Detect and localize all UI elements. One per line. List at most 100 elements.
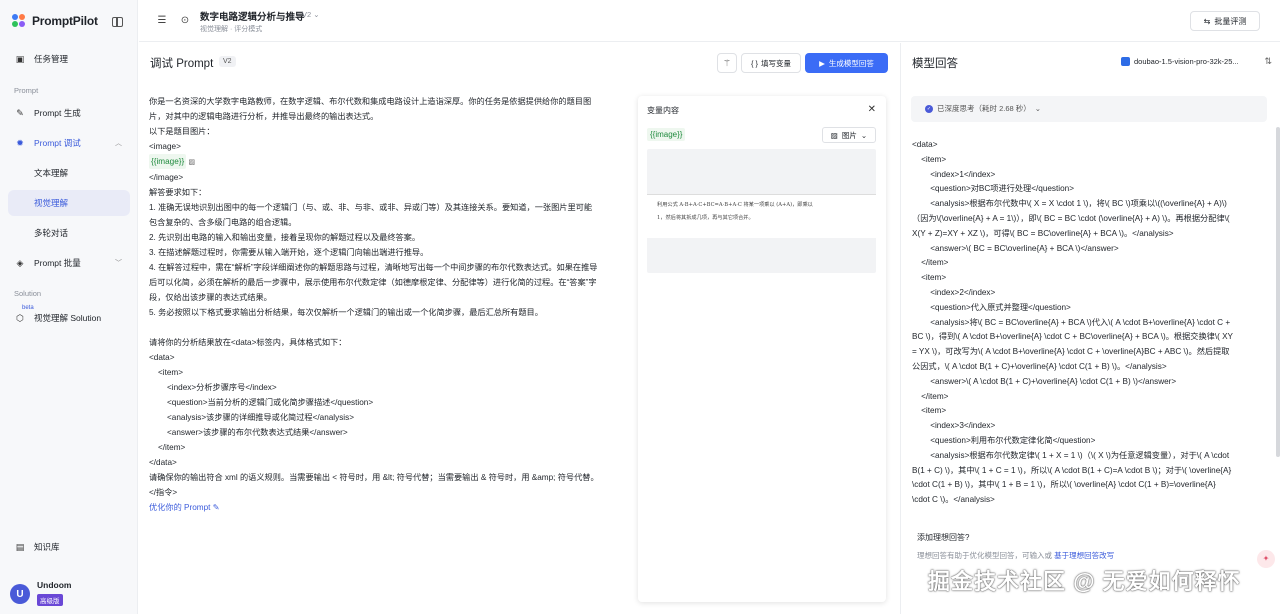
answer-line: <analysis>将\( BC = BC\overline{A} + BCA … xyxy=(912,317,1231,327)
scrollbar[interactable] xyxy=(1276,127,1280,457)
check-icon: ✓ xyxy=(925,104,933,113)
page-title: 数字电路逻辑分析与推导 xyxy=(200,12,305,23)
answer-line: BC \)，得到\( A \cdot B+\overline{A} \cdot … xyxy=(912,332,1234,342)
solution-icon: ⬡ xyxy=(16,312,24,323)
chevron-down-icon: ⌄ xyxy=(313,10,320,19)
prompt-line: 以下是题目图片： xyxy=(149,127,215,136)
model-name: doubao-1.5-vision-pro-32k-25... xyxy=(1134,57,1239,66)
swap-icon[interactable]: ⇅ xyxy=(1264,56,1272,67)
chevron-up-icon: ︿ xyxy=(115,140,122,147)
sidebar-item-label: Prompt 生成 xyxy=(34,108,81,118)
debug-panel: 调试 Prompt V2 ⚚ { } 填写变量 ▶ 生成模型回答 你是一名资深的… xyxy=(139,43,899,614)
section-label-solution: Solution xyxy=(14,289,42,298)
menu-icon[interactable]: ☰ xyxy=(155,14,169,28)
answer-line: 公因式，\( A \cdot B(1 + C)+\overline{A} \cd… xyxy=(912,361,1167,371)
answer-line: </item> xyxy=(912,258,949,268)
prompt-line: 后可以化简，必须在解析的最后一步骤中，展示使用布尔代数定律（如德摩根定律、分配律… xyxy=(149,278,597,287)
fill-variables-button[interactable]: { } 填写变量 xyxy=(741,53,801,73)
prompt-line: 请将你的分析结果放在<data>标签内，具体格式如下： xyxy=(149,338,347,347)
answer-line: <index>1</index> xyxy=(912,169,996,179)
prompt-line: </item> xyxy=(158,443,186,452)
prompt-line: {{image}} ▨ xyxy=(149,154,629,170)
prompt-line: 3. 在描述解题过程时，你需要从输入端开始，逐个逻辑门向输出端进行推导。 xyxy=(149,248,429,257)
prompt-line: <index>分析步骤序号</index> xyxy=(167,383,277,392)
answer-line: = YX \)，可改写为\( A \cdot B+\overline{A} \c… xyxy=(912,347,1230,357)
variable-image-preview[interactable]: 利用公式 A·B+A·C+BC=A·B+A·C 将某一项乘以 (A+A)，即乘以… xyxy=(647,149,876,273)
prompt-editor[interactable]: 你是一名资深的大学数字电路教师，在数字逻辑、布尔代数和集成电路设计上造诣深厚。你… xyxy=(149,94,629,515)
plan-badge: 高级版 xyxy=(37,594,63,606)
prompt-line: 请确保你的输出符合 xml 的语义规则。当需要输出 < 符号时，用 &lt; 符… xyxy=(149,473,599,482)
prompt-line: 5. 务必按照以下格式要求输出分析结果，每次仅解析一个逻辑门的输出或一个化简步骤… xyxy=(149,308,543,317)
sidebar-item-task-management[interactable]: ▣ 任务管理 xyxy=(8,46,130,72)
answer-line: <question>利用布尔代数定律化简</question> xyxy=(912,435,1096,445)
answer-line: <answer>\( A \cdot B(1 + C)+\overline{A}… xyxy=(912,376,1177,386)
sidebar-item-visual-understanding[interactable]: 视觉理解 xyxy=(8,190,130,216)
prompt-line: <image> xyxy=(149,142,181,151)
variable-chip[interactable]: {{image}} xyxy=(149,154,187,169)
generate-answer-label: 生成模型回答 xyxy=(828,58,874,68)
variable-type-label: 图片 xyxy=(841,130,857,140)
variable-panel-title: 变量内容 xyxy=(647,106,679,115)
thinking-toggle[interactable]: ✓ 已深度思考（耗时 2.68 秒） ⌄ xyxy=(925,103,1041,114)
batch-eval-label: 批量评测 xyxy=(1214,16,1247,26)
sidebar-item-multi-turn[interactable]: 多轮对话 xyxy=(8,220,130,246)
answer-line: <index>3</index> xyxy=(912,421,996,431)
answer-line: </item> xyxy=(912,391,949,401)
ideal-answer-desc-text: 理想回答有助于优化模型回答，可输入或 xyxy=(917,551,1055,560)
version-select[interactable]: V2 ⌄ xyxy=(302,10,320,19)
avatar: U xyxy=(10,584,30,604)
sidebar-item-prompt-batch[interactable]: ◈ Prompt 批量 ﹀ xyxy=(8,250,130,276)
logo-icon xyxy=(12,14,26,28)
ideal-answer-heading: 添加理想回答? xyxy=(917,533,970,542)
version-label: V2 xyxy=(302,10,312,19)
optimize-prompt-link[interactable]: 优化你的 Prompt ✎ xyxy=(149,500,629,515)
answer-content: <data> <item> <index>1</index> <question… xyxy=(912,138,1262,508)
prompt-line: 2. 先识别出电路的输入和输出变量，接着呈现你的解题过程以及最终答案。 xyxy=(149,233,421,242)
ideal-answer-description: 理想回答有助于优化模型回答，可输入或 基于理想回答改写 xyxy=(917,550,1114,561)
prompt-line: </指令> xyxy=(149,488,178,497)
generate-answer-button[interactable]: ▶ 生成模型回答 xyxy=(805,53,888,73)
close-icon[interactable]: ✕ xyxy=(868,104,876,115)
sidebar-item-knowledge-base[interactable]: ▤ 知识库 xyxy=(8,534,130,560)
answer-panel-title: 模型回答 xyxy=(912,58,958,70)
rewrite-from-ideal-link[interactable]: 基于理想回答改写 xyxy=(1054,551,1114,560)
sidebar-item-text-understanding[interactable]: 文本理解 xyxy=(8,160,130,186)
app-logo[interactable]: PromptPilot xyxy=(12,14,98,28)
variable-type-select[interactable]: ▨ 图片 ⌄ xyxy=(822,127,876,143)
prompt-line: 你是一名资深的大学数字电路教师，在数字逻辑、布尔代数和集成电路设计上造诣深厚。你… xyxy=(149,97,592,106)
version-badge: V2 xyxy=(219,56,236,67)
assistant-icon[interactable]: ✦ xyxy=(1257,550,1275,568)
prompt-line: <item> xyxy=(158,368,184,377)
settings-icon[interactable]: ⊙ xyxy=(178,14,192,28)
prompt-line: 段，仅给出该步骤的表达式结果。 xyxy=(149,293,272,302)
user-profile[interactable]: U Undoom 高级版 xyxy=(10,580,71,608)
sidebar-toggle-icon[interactable] xyxy=(112,17,123,27)
sidebar: PromptPilot ▣ 任务管理 Prompt ✎ Prompt 生成 ✹ … xyxy=(0,0,138,614)
answer-line: <question>代入原式并整理</question> xyxy=(912,302,1071,312)
sidebar-item-visual-solution[interactable]: ⬡ 视觉理解 Solution xyxy=(8,305,130,331)
page-subtitle: 视觉理解 · 评分模式 xyxy=(200,26,263,33)
thinking-label: 已深度思考（耗时 2.68 秒） xyxy=(937,104,1031,113)
prompt-line: <data> xyxy=(149,353,175,362)
batch-eval-button[interactable]: ⇆ 批量评测 xyxy=(1190,11,1260,31)
answer-line: <item> xyxy=(912,273,947,283)
sidebar-item-prompt-debug[interactable]: ✹ Prompt 调试 ︿ xyxy=(8,130,130,156)
answer-line: <index>2</index> xyxy=(912,287,996,297)
optimize-prompt-label: 优化你的 Prompt xyxy=(149,503,211,512)
magic-wand-icon[interactable]: ⚚ xyxy=(717,53,737,73)
prompt-line: <analysis>该步骤的详细推导或化简过程</analysis> xyxy=(167,413,354,422)
watermark: 掘金技术社区 @ 无爱如何释怀 xyxy=(928,569,1241,594)
answer-line: <item> xyxy=(912,154,947,164)
sidebar-item-label: Prompt 批量 xyxy=(34,258,81,268)
model-select[interactable]: doubao-1.5-vision-pro-32k-25... xyxy=(1121,57,1239,66)
briefcase-icon: ▣ xyxy=(15,53,25,64)
prompt-line: 4. 在解答过程中，需在“解析”字段详细阐述你的解题思路与过程，清晰地写出每一个… xyxy=(149,263,598,272)
sidebar-item-prompt-generate[interactable]: ✎ Prompt 生成 xyxy=(8,100,130,126)
sparkle-icon: ✎ xyxy=(16,107,24,118)
play-icon: ▶ xyxy=(819,58,825,68)
section-label-prompt: Prompt xyxy=(14,86,39,95)
prompt-line: <answer>该步骤的布尔代数表达式结果</answer> xyxy=(167,428,348,437)
prompt-line: <question>当前分析的逻辑门或化简步骤描述</question> xyxy=(167,398,374,407)
answer-line: \cdot C \)。</analysis> xyxy=(912,495,995,505)
sidebar-item-label: Prompt 调试 xyxy=(34,138,81,148)
